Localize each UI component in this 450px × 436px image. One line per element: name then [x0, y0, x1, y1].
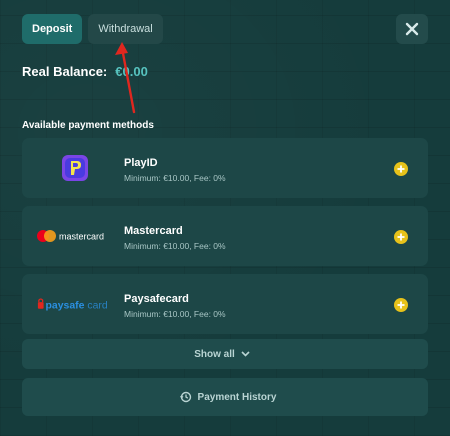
method-name: Mastercard	[124, 225, 183, 237]
payment-history-button[interactable]: Payment History	[22, 378, 428, 416]
close-button[interactable]	[396, 14, 428, 44]
balance-label: Real Balance:	[22, 64, 108, 79]
close-icon	[405, 22, 419, 36]
annotation-arrow	[115, 42, 136, 114]
paysafe-logo-text: paysafe	[46, 300, 85, 311]
payment-methods-list: PlayID Minimum: €10.00, Fee: 0% masterca…	[22, 138, 428, 342]
method-name: PlayID	[124, 157, 158, 169]
payment-method-paysafecard[interactable]: paysafe card Paysafecard Minimum: €10.00…	[22, 274, 428, 334]
section-title: Available payment methods	[22, 120, 154, 131]
mastercard-logo-text: mastercard	[59, 232, 104, 242]
add-button[interactable]	[394, 230, 408, 244]
playid-logo	[36, 138, 114, 198]
mastercard-logo: mastercard	[36, 206, 114, 266]
show-all-label: Show all	[194, 348, 235, 360]
payment-method-playid[interactable]: PlayID Minimum: €10.00, Fee: 0%	[22, 138, 428, 198]
plus-icon	[397, 233, 405, 241]
method-limits: Minimum: €10.00, Fee: 0%	[124, 241, 226, 251]
add-button[interactable]	[394, 298, 408, 312]
history-icon	[179, 391, 191, 403]
payment-history-label: Payment History	[197, 391, 277, 403]
card-logo-text: card	[87, 300, 108, 311]
paysafecard-logo: paysafe card	[36, 274, 114, 334]
method-name: Paysafecard	[124, 293, 189, 305]
plus-icon	[397, 301, 405, 309]
add-button[interactable]	[394, 162, 408, 176]
tab-deposit[interactable]: Deposit	[22, 14, 83, 44]
method-limits: Minimum: €10.00, Fee: 0%	[124, 173, 226, 183]
chevron-down-icon	[241, 351, 250, 357]
plus-icon	[397, 165, 405, 173]
show-all-button[interactable]: Show all	[22, 339, 428, 369]
payment-method-mastercard[interactable]: mastercard Mastercard Minimum: €10.00, F…	[22, 206, 428, 266]
method-limits: Minimum: €10.00, Fee: 0%	[124, 309, 226, 319]
